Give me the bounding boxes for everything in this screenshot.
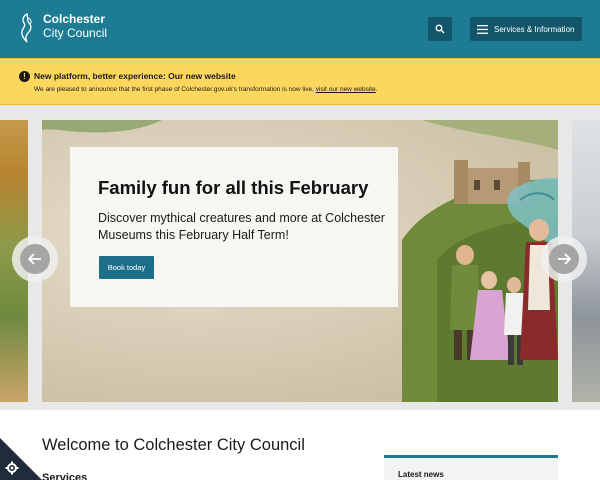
- logo-subtitle: City Council: [43, 26, 108, 40]
- carousel-prev-button[interactable]: [12, 236, 58, 282]
- arrow-right-icon: [558, 253, 571, 265]
- slide-content-card: Family fun for all this February Discove…: [70, 147, 398, 307]
- announcement-banner: ! New platform, better experience: Our n…: [0, 58, 600, 105]
- cookie-settings-button[interactable]: [0, 438, 42, 480]
- services-menu-label: Services & Information: [494, 24, 575, 34]
- services-heading: Services: [42, 472, 88, 480]
- services-menu-button[interactable]: Services & Information: [470, 17, 582, 41]
- search-icon: [435, 24, 445, 34]
- exclamation-icon: !: [19, 71, 30, 82]
- announcement-text: We are pleased to announce that the firs…: [34, 86, 314, 93]
- logo-title: Colchester: [43, 12, 106, 26]
- page-title: Welcome to Colchester City Council: [42, 436, 305, 454]
- slide-title: Family fun for all this February: [98, 177, 369, 198]
- hamburger-icon: [477, 24, 488, 34]
- new-website-link[interactable]: visit our new website: [316, 86, 376, 93]
- arrow-left-icon: [28, 253, 41, 265]
- site-header: Colchester City Council Services & Infor…: [0, 0, 600, 58]
- announcement-title: New platform, better experience: Our new…: [34, 71, 236, 81]
- announcement-body: We are pleased to announce that the firs…: [34, 86, 378, 93]
- latest-news-heading: Latest news: [398, 470, 444, 479]
- council-logo[interactable]: Colchester City Council: [18, 12, 107, 44]
- latest-news-panel: Latest news: [384, 455, 558, 480]
- carousel-next-button[interactable]: [541, 236, 587, 282]
- slide-description: Discover mythical creatures and more at …: [98, 211, 385, 242]
- book-today-button[interactable]: Book today: [99, 256, 154, 279]
- logo-mark-icon: [21, 13, 32, 43]
- announcement-end: .: [375, 86, 378, 93]
- search-button[interactable]: [428, 17, 452, 41]
